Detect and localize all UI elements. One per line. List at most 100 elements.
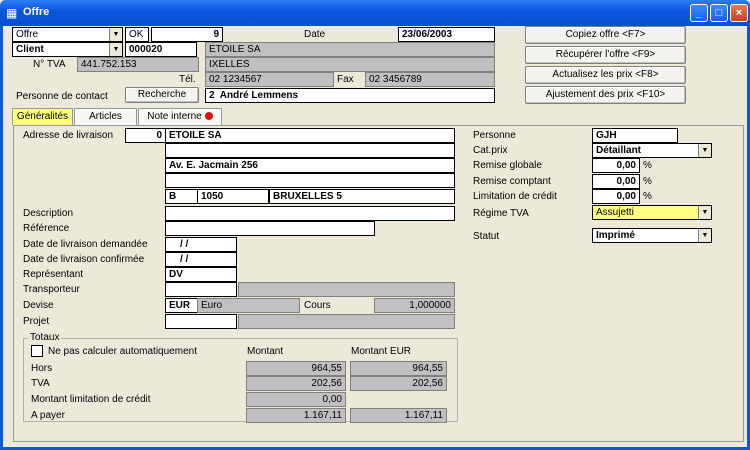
reference-label: Référence [23,223,70,234]
delivery-number-field[interactable]: 0 [125,128,166,143]
person-field[interactable]: GJH [592,128,678,143]
status-code-field[interactable]: OK [125,27,149,42]
party-type-select[interactable]: Client ▼ [12,42,123,57]
status-value: Imprimé [596,230,635,241]
delivery-street-field[interactable]: Av. E. Jacmain 256 [165,158,455,173]
status-select[interactable]: Imprimé ▼ [592,228,712,243]
currency-name-field: Euro [197,298,300,313]
grid-icon: ▦ [6,6,18,20]
description-label: Description [23,208,74,219]
client-code-field[interactable]: 000020 [125,42,197,57]
search-contact-button[interactable]: Recherche [125,87,199,103]
pay-amount-field: 1.167,11 [246,408,346,423]
credit-limit-label: Limitation de crédit [473,191,557,202]
client-city-field: IXELLES [205,57,495,72]
chevron-down-icon[interactable]: ▼ [109,43,122,56]
project-name-field [238,314,455,329]
contact-label: Personne de contact [16,91,108,102]
fax-label: Fax [337,74,354,85]
tab-note-label: Note interne [147,111,202,122]
cash-discount-field[interactable]: 0,00 [592,174,640,189]
copy-offer-button[interactable]: Copiez offre <F7> [525,26,686,44]
global-discount-label: Remise globale [473,160,542,171]
contact-field[interactable]: 2 André Lemmens [205,88,495,103]
delivery-name-field[interactable]: ETOILE SA [165,128,455,143]
price-cat-label: Cat.prix [473,145,508,156]
date-confirmed-label: Date de livraison confirmée [23,254,145,265]
contact-number: 2 [209,90,215,101]
rep-field[interactable]: DV [165,267,237,282]
project-label: Projet [23,316,50,327]
chevron-down-icon[interactable]: ▼ [698,206,711,219]
rep-label: Représentant [23,269,84,280]
title-bar[interactable]: ▦ Offre _ □ × [0,0,750,26]
vat-regime-label: Régime TVA [473,208,529,219]
delivery-label: Adresse de livraison [23,130,114,141]
delivery-country-field[interactable]: B [165,189,198,204]
chevron-down-icon[interactable]: ▼ [698,144,711,157]
carrier-label: Transporteur [23,284,80,295]
vat-eur-field: 202,56 [350,376,447,391]
auto-calc-checkbox[interactable] [31,345,43,357]
rate-label: Cours [304,300,331,311]
auto-calc-label: Ne pas calculer automatiquement [48,346,197,357]
vat-regime-select[interactable]: Assujetti ▼ [592,205,712,220]
client-name-field: ETOILE SA [205,42,495,57]
chevron-down-icon[interactable]: ▼ [698,229,711,242]
credit-limit-field[interactable]: 0,00 [592,189,640,204]
credit-amount-field: 0,00 [246,392,346,407]
excl-amount-field: 964,55 [246,361,346,376]
chevron-down-icon[interactable]: ▼ [109,28,122,41]
credit-amount-label: Montant limitation de crédit [31,394,151,405]
adjust-prices-button[interactable]: Ajustement des prix <F10> [525,86,686,104]
date-requested-field[interactable]: / / [165,237,237,252]
delivery-line2-field[interactable] [165,143,455,158]
project-code-field[interactable] [165,314,237,329]
rate-field: 1,000000 [374,298,455,313]
doc-number-field[interactable]: 9 [151,27,223,42]
delivery-zip-field[interactable]: 1050 [197,189,269,204]
update-prices-button[interactable]: Actualisez les prix <F8> [525,66,686,84]
pay-eur-field: 1.167,11 [350,408,447,423]
global-discount-field[interactable]: 0,00 [592,158,640,173]
delivery-line4-field[interactable] [165,173,455,188]
price-cat-select[interactable]: Détaillant ▼ [592,143,712,158]
close-button[interactable]: × [730,4,748,22]
tva-field: 441.752.153 [77,57,199,72]
tab-generalites[interactable]: Généralités [12,108,73,125]
delivery-city-field[interactable]: BRUXELLES 5 [269,189,455,204]
currency-code-field[interactable]: EUR [165,298,198,313]
cash-discount-label: Remise comptant [473,176,551,187]
carrier-name-field [238,282,455,297]
window-title: Offre [23,6,50,18]
price-cat-value: Détaillant [596,145,642,156]
global-discount-pct: % [643,160,652,171]
reference-field[interactable] [165,221,375,236]
date-field[interactable]: 23/06/2003 [398,27,495,42]
window-content: Offre ▼ OK 9 Date 23/06/2003 Client ▼ 00… [3,26,747,447]
maximize-button[interactable]: □ [710,4,728,22]
tva-label: N° TVA [33,59,66,70]
alert-dot-icon [204,112,213,121]
description-field[interactable] [165,206,455,221]
vat-label: TVA [31,378,50,389]
pay-label: A payer [31,410,65,421]
currency-label: Devise [23,300,54,311]
status-label: Statut [473,231,500,242]
credit-limit-pct: % [643,191,652,202]
tel-label: Tél. [179,74,196,85]
tab-articles[interactable]: Articles [74,108,137,125]
vat-regime-value: Assujetti [596,207,634,218]
date-confirmed-field[interactable]: / / [165,252,237,267]
doc-type-select[interactable]: Offre ▼ [12,27,123,42]
tel-field: 02 1234567 [205,72,334,87]
tab-note-interne[interactable]: Note interne [138,108,222,125]
person-label: Personne [473,130,516,141]
date-label: Date [304,29,326,40]
party-type-value: Client [16,44,44,55]
carrier-code-field[interactable] [165,282,237,297]
excl-eur-field: 964,55 [350,361,447,376]
minimize-button[interactable]: _ [690,4,708,22]
recover-offer-button[interactable]: Récupérer l'offre <F9> [525,46,686,64]
doc-type-value: Offre [16,29,39,40]
